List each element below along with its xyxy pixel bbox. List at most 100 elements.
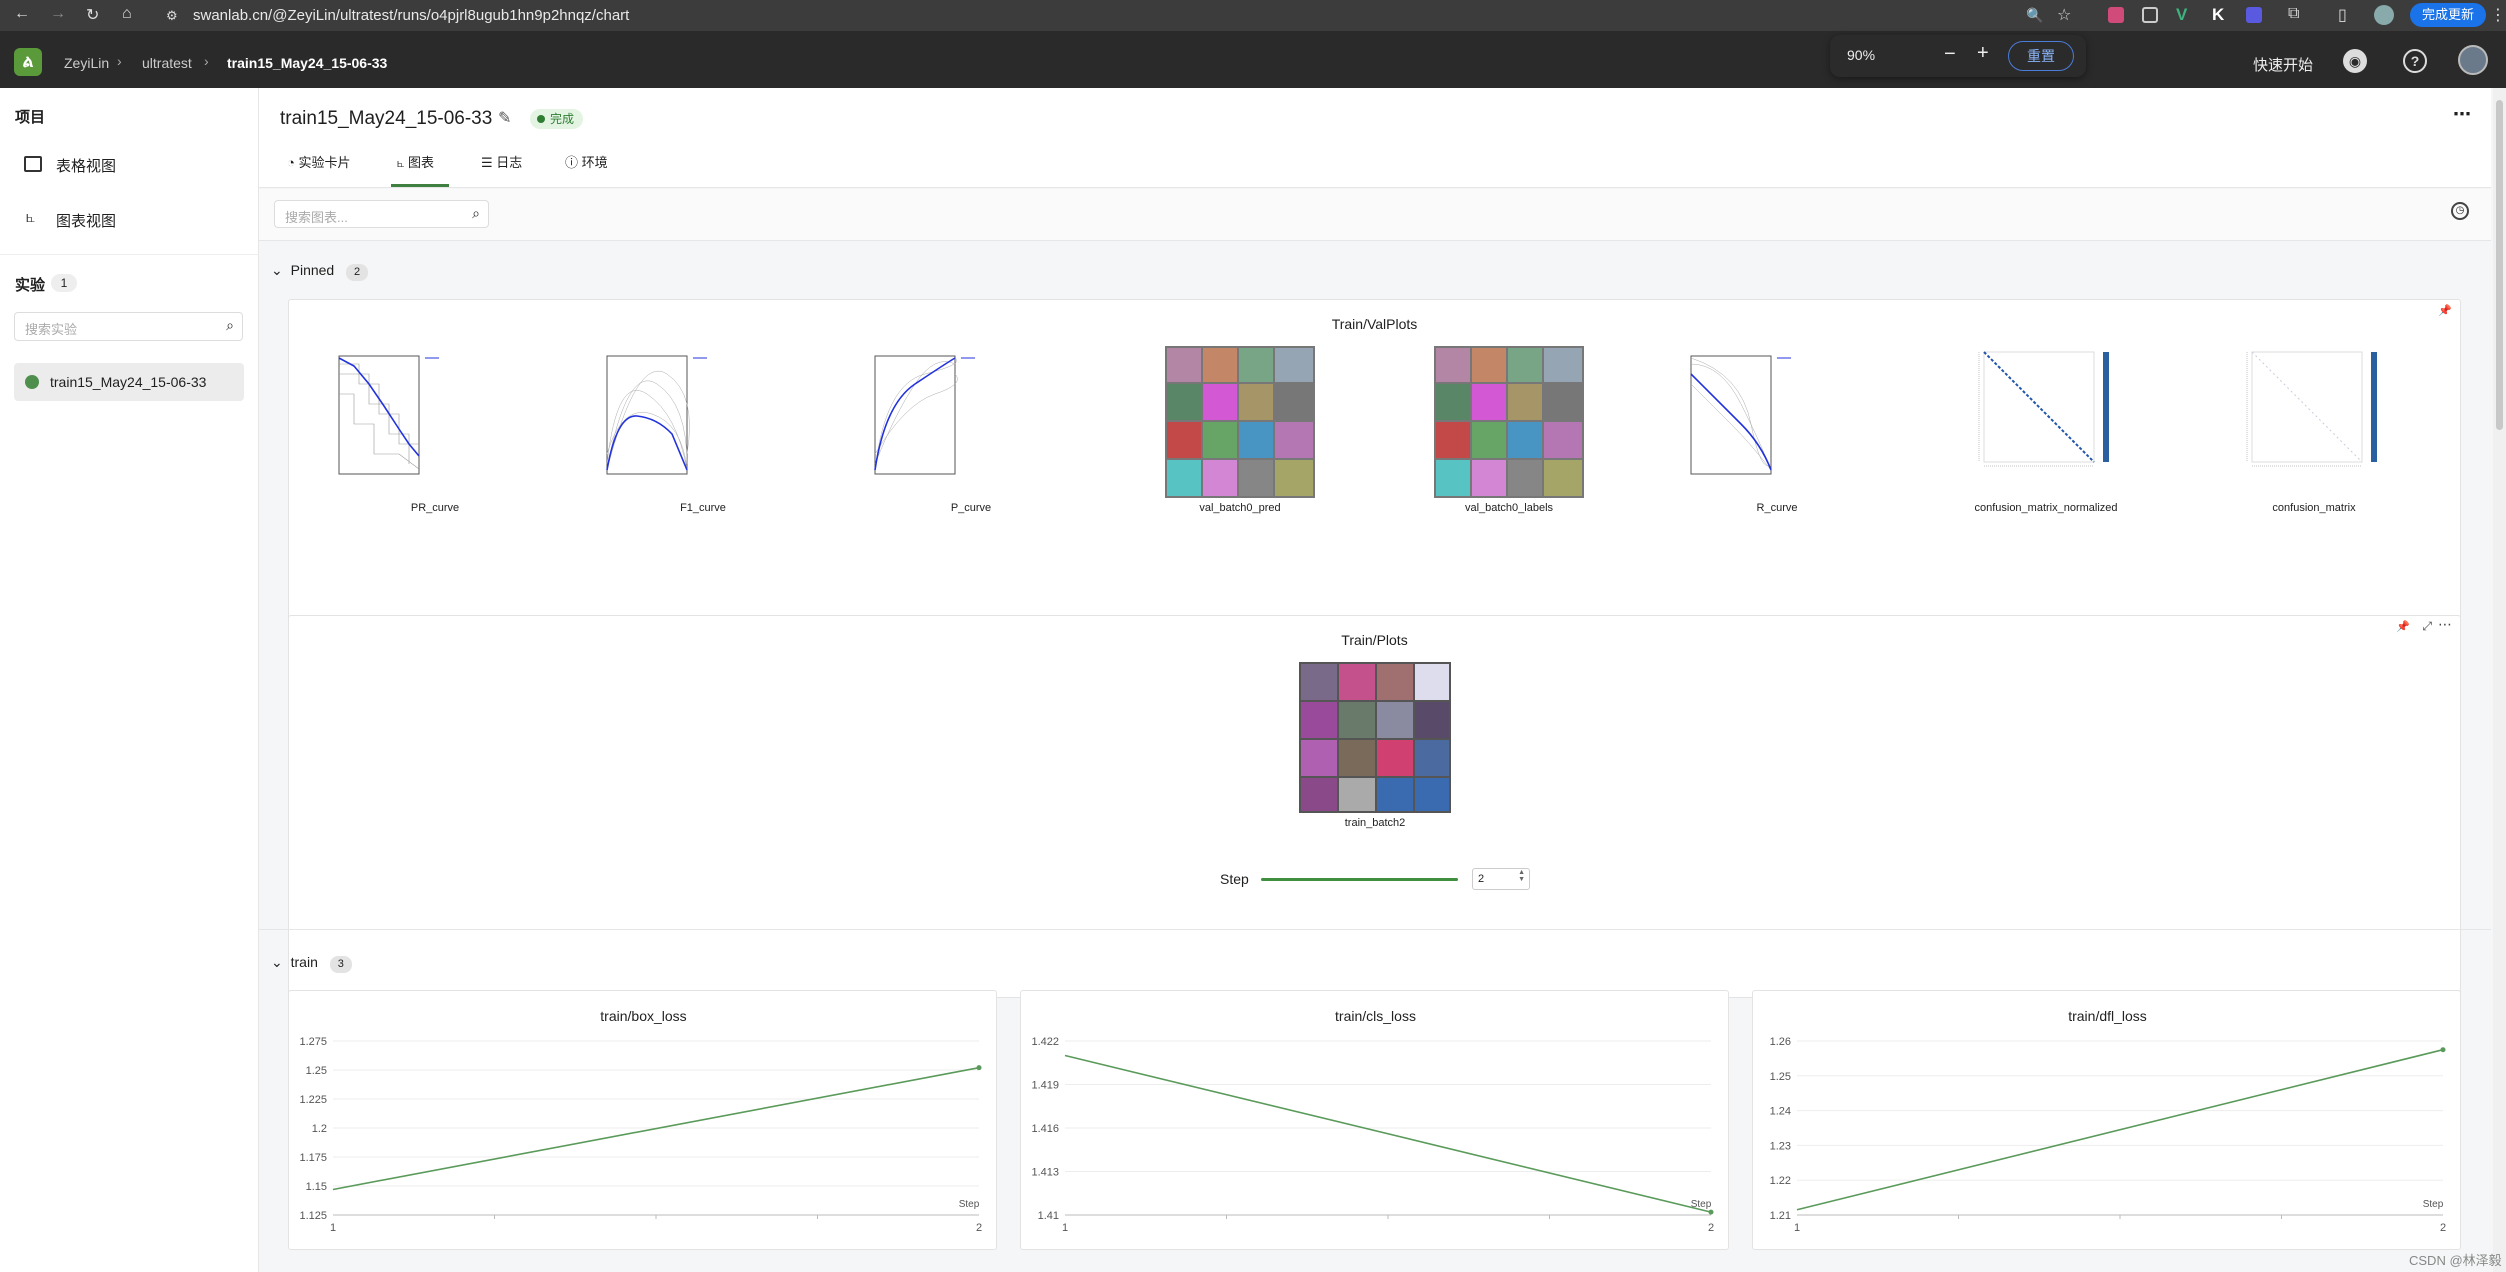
pin-icon[interactable]: 📌 [2438,304,2452,317]
status-text: 完成 [550,112,575,126]
history-clock-icon[interactable]: ◷ [2451,202,2469,220]
extension-icon[interactable] [2246,7,2262,23]
experiment-list-item[interactable]: train15_May24_15-06-33 [14,363,244,401]
zoom-reset-button[interactable]: 重置 [2008,41,2074,71]
y-tick-label: 1.15 [306,1181,327,1193]
pin-icon[interactable]: 📌 [2396,620,2410,633]
tab-environment[interactable]: ⓘ 环境 [565,152,608,171]
x-tick-label: 1 [1794,1222,1800,1234]
image-caption: val_batch0_pred [1199,502,1281,514]
chart-search-input[interactable]: 搜索图表... ⌕ [274,200,489,228]
divider [259,929,2491,930]
status-badge: 完成 [530,109,584,129]
forward-icon[interactable]: → [50,5,66,23]
help-icon[interactable]: ? [2403,49,2427,73]
step-input[interactable]: 2 ▲ ▼ [1472,868,1530,890]
sidebar-item-label: 表格视图 [56,158,117,175]
scrollbar-track[interactable] [2493,88,2506,1272]
search-icon[interactable]: ⌕ [226,317,234,334]
val-batch0-labels-image[interactable] [1434,346,1584,498]
reload-icon[interactable]: ↻ [86,5,99,25]
sidebar-item-table-view[interactable]: 表格视图 [24,154,224,178]
profile-avatar[interactable] [2374,5,2394,25]
swanlab-logo[interactable]: ል [14,48,42,76]
image-caption: confusion_matrix [2272,502,2356,514]
image-caption: F1_curve [680,502,726,514]
app-header: ል ZeyiLin › ultratest › train15_May24_15… [0,31,2506,88]
breadcrumb-project[interactable]: ultratest [142,55,192,71]
pinned-section-header[interactable]: ⌄ Pinned 2 [271,262,369,281]
extension-icon[interactable] [2142,7,2158,23]
more-options-icon[interactable]: ⋯ [2453,104,2471,125]
pr-curve-image[interactable] [329,344,479,492]
y-tick-label: 1.175 [299,1152,327,1164]
scrollbar-thumb[interactable] [2496,100,2503,430]
card-title: Train/Plots [1341,632,1408,648]
breadcrumb-user[interactable]: ZeyiLin [64,55,109,71]
stepper-arrows-icon[interactable]: ▲ ▼ [1518,869,1525,883]
expand-icon[interactable]: ⤢ [2422,619,2432,634]
x-tick-label: 1 [330,1222,336,1234]
tab-charts[interactable]: ⦜ 图表 [397,152,434,171]
sidebar-item-chart-view[interactable]: ⦜ 图表视图 [24,209,224,233]
section-label: train [290,954,318,970]
home-icon[interactable]: ⌂ [122,5,132,23]
p-curve-image[interactable] [865,344,1015,492]
tab-label: 图表 [408,155,435,170]
series-line [332,1066,980,1191]
train-batch2-image[interactable] [1299,662,1451,813]
side-panel-icon[interactable]: ▯ [2338,5,2347,25]
chevron-down-icon: ⌄ [271,954,283,970]
confusion-matrix-image[interactable] [2237,344,2387,494]
y-tick-label: 1.225 [299,1094,327,1106]
series-line [1064,1054,1712,1213]
zoom-icon[interactable]: 🔍 [2026,7,2043,24]
site-settings-icon[interactable]: ⚙ [166,8,178,24]
browser-menu-icon[interactable]: ⋮ [2490,5,2506,25]
experiment-search-input[interactable]: 搜索实验 ⌕ [14,312,243,341]
zoom-out-button[interactable]: − [1944,43,1956,66]
watermark: CSDN @林泽毅 [2409,1253,2502,1268]
tab-experiment-card[interactable]: ◔ 实验卡片 [287,152,351,171]
extensions-puzzle-icon[interactable]: ⧉ [2288,5,2299,23]
f1-curve-image[interactable] [597,344,747,492]
chart-card-box-loss[interactable]: train/box_loss 1.275 1.25 1.225 1.2 1.175 1.15… [288,990,997,1250]
r-curve-image[interactable] [1681,344,1831,492]
extension-icon[interactable] [2108,7,2124,23]
breadcrumb-run[interactable]: train15_May24_15-06-33 [227,55,387,71]
confusion-matrix-normalized-image[interactable] [1969,344,2119,494]
image-caption: R_curve [1756,502,1798,514]
step-slider[interactable] [1261,878,1458,881]
train-section-header[interactable]: ⌄ train 3 [271,954,352,973]
bookmark-star-icon[interactable]: ☆ [2057,5,2071,25]
back-icon[interactable]: ← [14,5,30,23]
zoom-in-button[interactable]: + [1977,42,1989,65]
update-button[interactable]: 完成更新 [2410,3,2486,27]
tab-logs[interactable]: ☰ 日志 [481,152,522,171]
val-batch0-pred-image[interactable] [1165,346,1315,498]
info-icon: ⓘ [565,155,579,170]
vue-extension-icon[interactable]: V [2176,5,2187,25]
chart-card-dfl-loss[interactable]: train/dfl_loss 1.26 1.25 1.24 1.23 1.22 1.21 1 2… [1752,990,2461,1250]
more-options-icon[interactable]: ⋯ [2438,616,2452,633]
chart-card-cls-loss[interactable]: train/cls_loss 1.422 1.419 1.416 1.413 1.41 1 2… [1020,990,1729,1250]
line-chart[interactable]: train/cls_loss 1.422 1.419 1.416 1.413 1.411 2… [1021,991,1730,1251]
line-chart-icon: ⦜ [397,155,405,170]
search-placeholder: 搜索实验 [25,322,78,337]
edit-icon[interactable]: ✎ [498,108,511,128]
chart-title: train/dfl_loss [2068,1008,2147,1024]
search-icon[interactable]: ⌕ [472,205,480,222]
table-icon [24,156,42,172]
train-plots-card: Train/Plots 📌 ⤢ ⋯ train_batch2 Step 2 ▲ ▼ [288,615,2461,998]
user-avatar[interactable] [2458,45,2488,75]
experiment-color-dot[interactable] [25,375,39,389]
y-tick-label: 1.125 [299,1210,327,1222]
chart-title: train/cls_loss [1335,1008,1416,1024]
address-bar[interactable]: swanlab.cn/@ZeyiLin/ultratest/runs/o4pjr… [193,7,629,24]
line-chart[interactable]: train/box_loss 1.275 1.25 1.225 1.2 1.175 1.15… [289,991,998,1251]
y-tick-label: 1.21 [1770,1210,1791,1222]
github-icon[interactable]: ◉ [2343,49,2367,73]
line-chart[interactable]: train/dfl_loss 1.26 1.25 1.24 1.23 1.22 1.211 2… [1753,991,2462,1251]
quick-start-link[interactable]: 快速开始 [2253,54,2313,75]
extension-k-icon[interactable]: K [2212,5,2224,25]
